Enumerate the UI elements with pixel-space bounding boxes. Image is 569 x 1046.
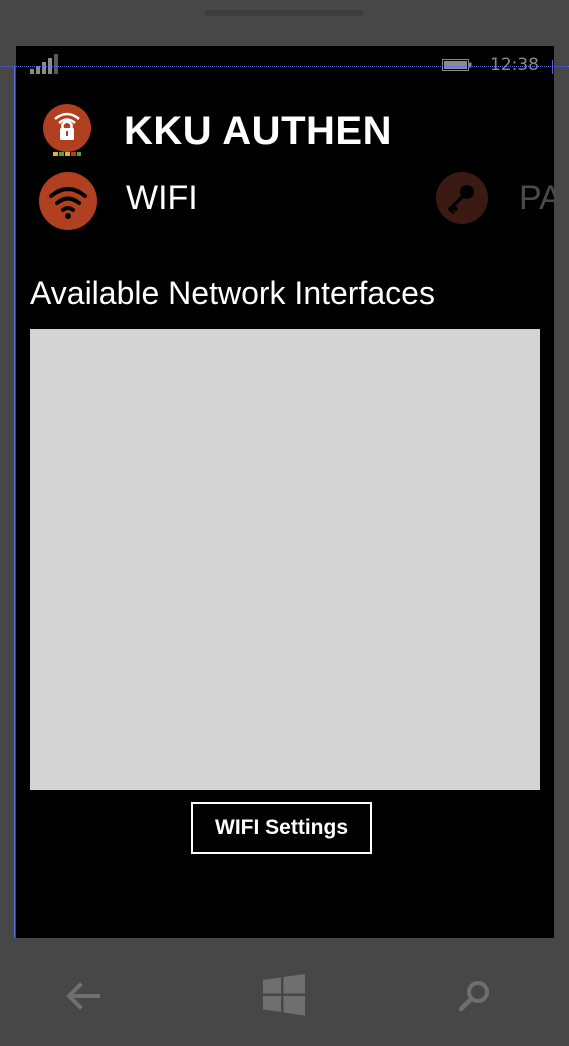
windows-logo-icon[interactable] xyxy=(261,974,307,1016)
battery-icon xyxy=(442,59,472,71)
clock-time: 12:38 xyxy=(490,55,539,75)
wifi-icon xyxy=(49,187,87,219)
network-interfaces-heading: Available Network Interfaces xyxy=(30,275,435,311)
key-icon xyxy=(448,185,474,214)
phone-speaker xyxy=(205,10,363,16)
signal-strength-icon xyxy=(30,54,58,74)
back-arrow-icon[interactable] xyxy=(62,978,102,1014)
wifi-settings-button[interactable]: WIFI Settings xyxy=(191,802,372,854)
designer-guide-vertical-right xyxy=(552,60,553,74)
pivot-pass-tab-icon[interactable] xyxy=(436,172,488,224)
wifi-lock-logo-icon xyxy=(43,104,91,156)
pivot-wifi-tab-icon[interactable] xyxy=(39,172,97,230)
tab-password[interactable]: PA xyxy=(519,179,554,218)
hardware-nav-bar xyxy=(0,938,569,1046)
designer-guide-horizontal xyxy=(0,66,569,67)
phone-frame: 12:38 KKU AUTHEN WIFI PA Available Netwo… xyxy=(0,0,569,1046)
search-icon[interactable] xyxy=(455,978,495,1014)
phone-screen: 12:38 KKU AUTHEN WIFI PA Available Netwo… xyxy=(16,46,554,938)
app-title: KKU AUTHEN xyxy=(124,109,392,153)
designer-guide-vertical xyxy=(14,66,15,938)
status-bar: 12:38 xyxy=(16,52,554,78)
tab-wifi[interactable]: WIFI xyxy=(126,179,198,218)
network-interfaces-list[interactable] xyxy=(30,329,540,790)
